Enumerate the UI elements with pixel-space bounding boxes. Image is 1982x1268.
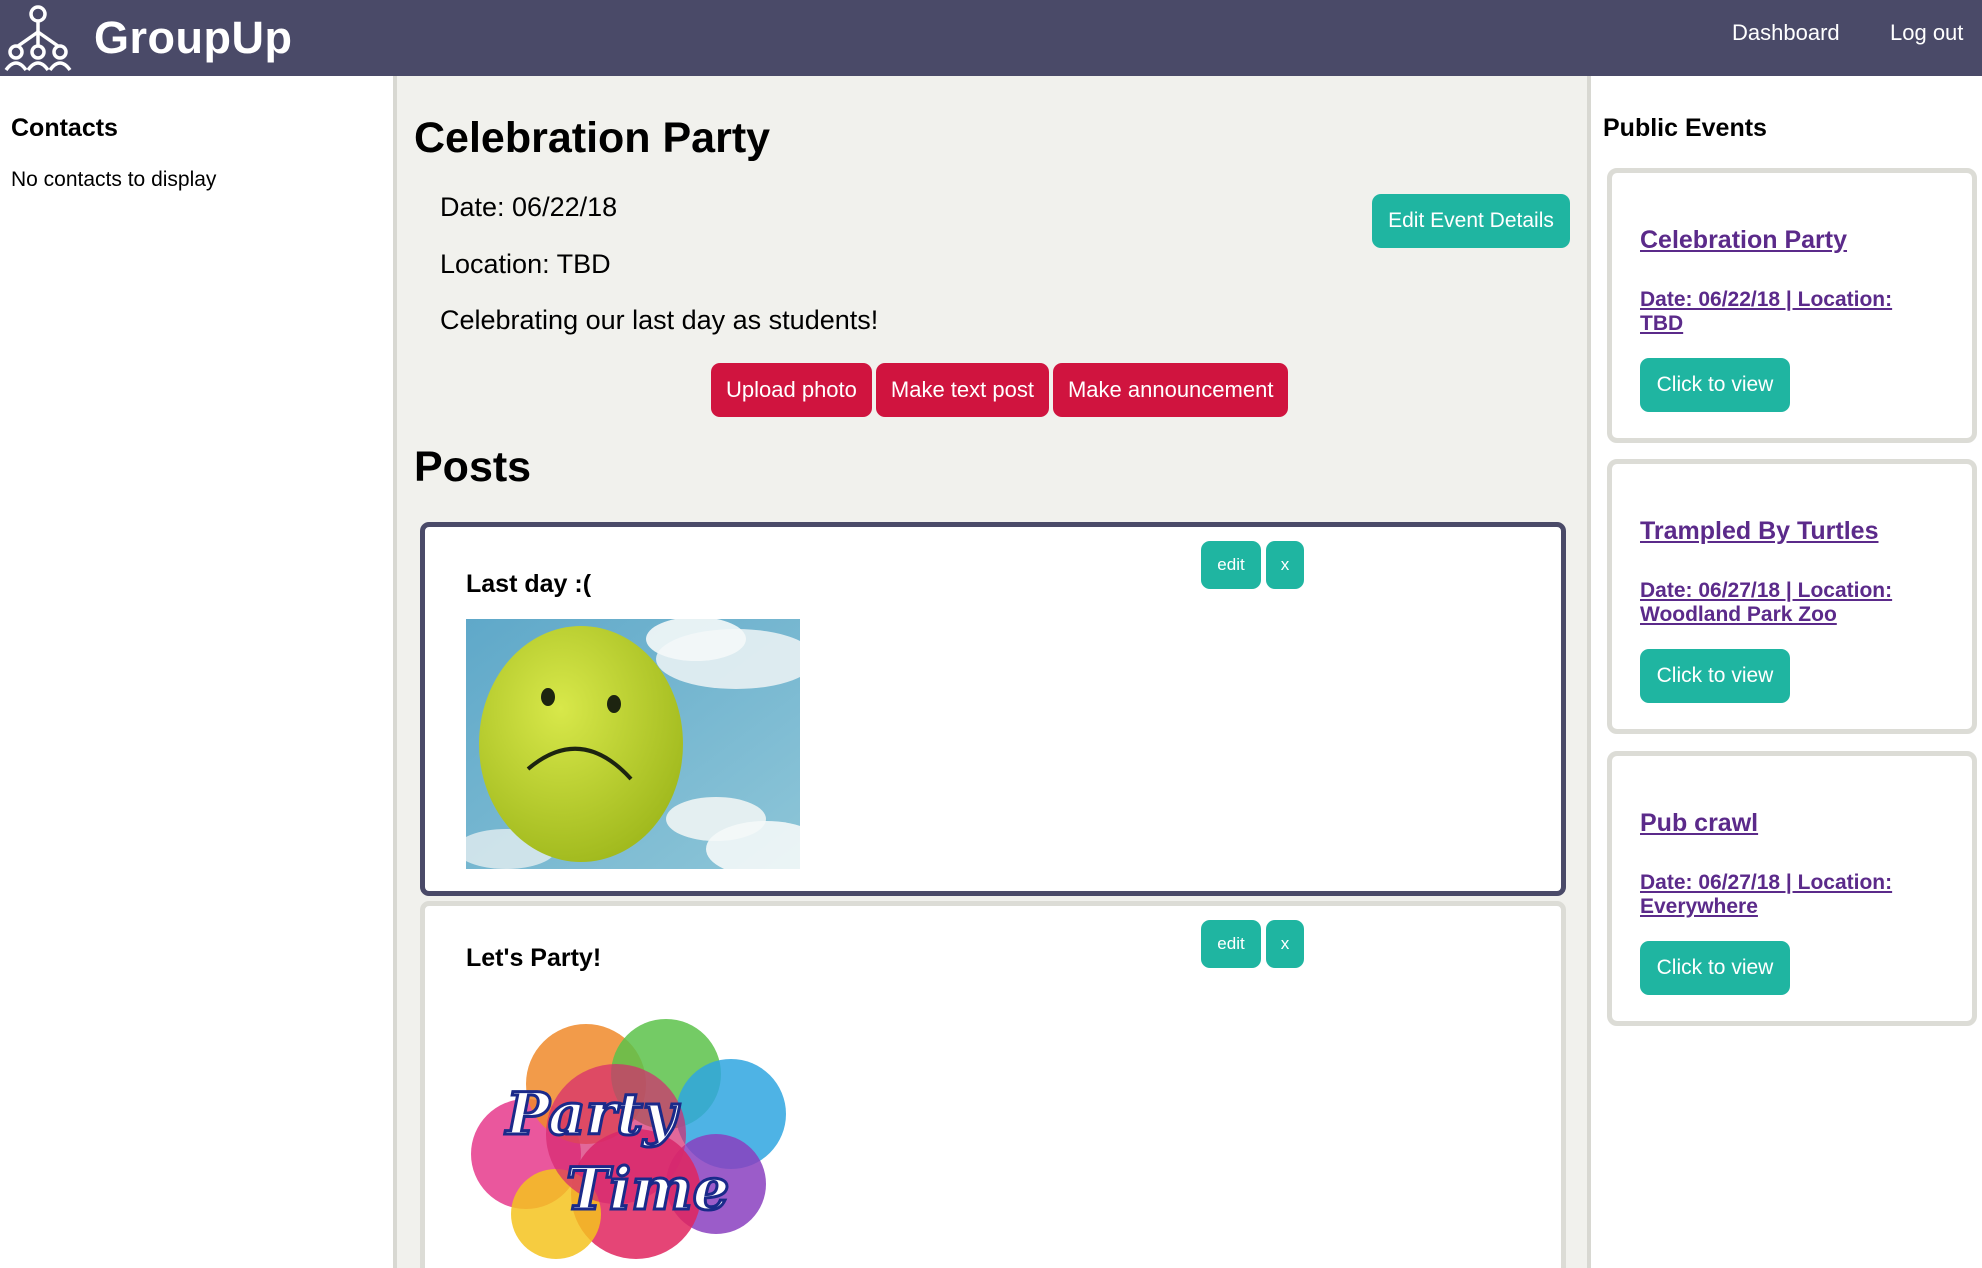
svg-text:Party: Party bbox=[504, 1080, 681, 1148]
public-event-meta-link[interactable]: Date: 06/22/18 | Location: TBD bbox=[1640, 288, 1940, 336]
post-card: Let's Party! edit x Party Time bbox=[420, 901, 1566, 1268]
edit-event-details-button[interactable]: Edit Event Details bbox=[1372, 194, 1570, 248]
public-event-card: Trampled By Turtles Date: 06/27/18 | Loc… bbox=[1607, 459, 1977, 734]
svg-text:Time: Time bbox=[566, 1155, 729, 1223]
top-navbar: GroupUp Dashboard Log out bbox=[0, 0, 1982, 76]
click-to-view-button[interactable]: Click to view bbox=[1640, 941, 1790, 995]
click-to-view-button[interactable]: Click to view bbox=[1640, 358, 1790, 412]
post-title: Let's Party! bbox=[466, 944, 602, 972]
event-main: Celebration Party Date: 06/22/18 Locatio… bbox=[397, 76, 1587, 1268]
make-announcement-button[interactable]: Make announcement bbox=[1052, 363, 1289, 417]
upload-photo-button[interactable]: Upload photo bbox=[711, 363, 872, 417]
post-edit-button[interactable]: edit bbox=[1201, 920, 1261, 968]
event-date: Date: 06/22/18 bbox=[440, 192, 618, 222]
public-event-name-link[interactable]: Celebration Party bbox=[1640, 226, 1847, 255]
public-event-name-link[interactable]: Trampled By Turtles bbox=[1640, 517, 1879, 546]
group-people-icon bbox=[4, 5, 72, 72]
event-actions: Upload photo Make text post Make announc… bbox=[711, 363, 1289, 417]
event-location: Location: TBD bbox=[440, 249, 611, 279]
public-event-card: Celebration Party Date: 06/22/18 | Locat… bbox=[1607, 168, 1977, 443]
party-time-image: Party Time bbox=[466, 994, 800, 1264]
post-delete-button[interactable]: x bbox=[1266, 541, 1304, 589]
public-event-card: Pub crawl Date: 06/27/18 | Location: Eve… bbox=[1607, 751, 1977, 1026]
post-edit-button[interactable]: edit bbox=[1201, 541, 1261, 589]
public-event-meta-link[interactable]: Date: 06/27/18 | Location: Everywhere bbox=[1640, 871, 1940, 919]
contacts-title: Contacts bbox=[11, 114, 118, 142]
brand-name: GroupUp bbox=[94, 12, 293, 63]
posts-heading: Posts bbox=[414, 443, 532, 491]
make-text-post-button[interactable]: Make text post bbox=[875, 363, 1049, 417]
page-title: Celebration Party bbox=[414, 114, 771, 162]
click-to-view-button[interactable]: Click to view bbox=[1640, 649, 1790, 703]
public-events-title: Public Events bbox=[1603, 114, 1767, 142]
post-title: Last day :( bbox=[466, 570, 592, 598]
event-description: Celebrating our last day as students! bbox=[440, 305, 879, 335]
post-card: Last day :( edit x bbox=[420, 522, 1566, 896]
nav-logout-link[interactable]: Log out bbox=[1890, 20, 1963, 46]
contacts-empty-text: No contacts to display bbox=[11, 168, 217, 191]
nav-dashboard-link[interactable]: Dashboard bbox=[1732, 20, 1840, 46]
contacts-sidebar: Contacts No contacts to display bbox=[0, 76, 397, 1268]
public-event-name-link[interactable]: Pub crawl bbox=[1640, 809, 1758, 838]
post-delete-button[interactable]: x bbox=[1266, 920, 1304, 968]
public-events-sidebar: Public Events Celebration Party Date: 06… bbox=[1587, 76, 1982, 1268]
brand[interactable]: GroupUp bbox=[4, 4, 292, 72]
sad-balloon-image bbox=[466, 619, 800, 869]
public-event-meta-link[interactable]: Date: 06/27/18 | Location: Woodland Park… bbox=[1640, 579, 1940, 627]
